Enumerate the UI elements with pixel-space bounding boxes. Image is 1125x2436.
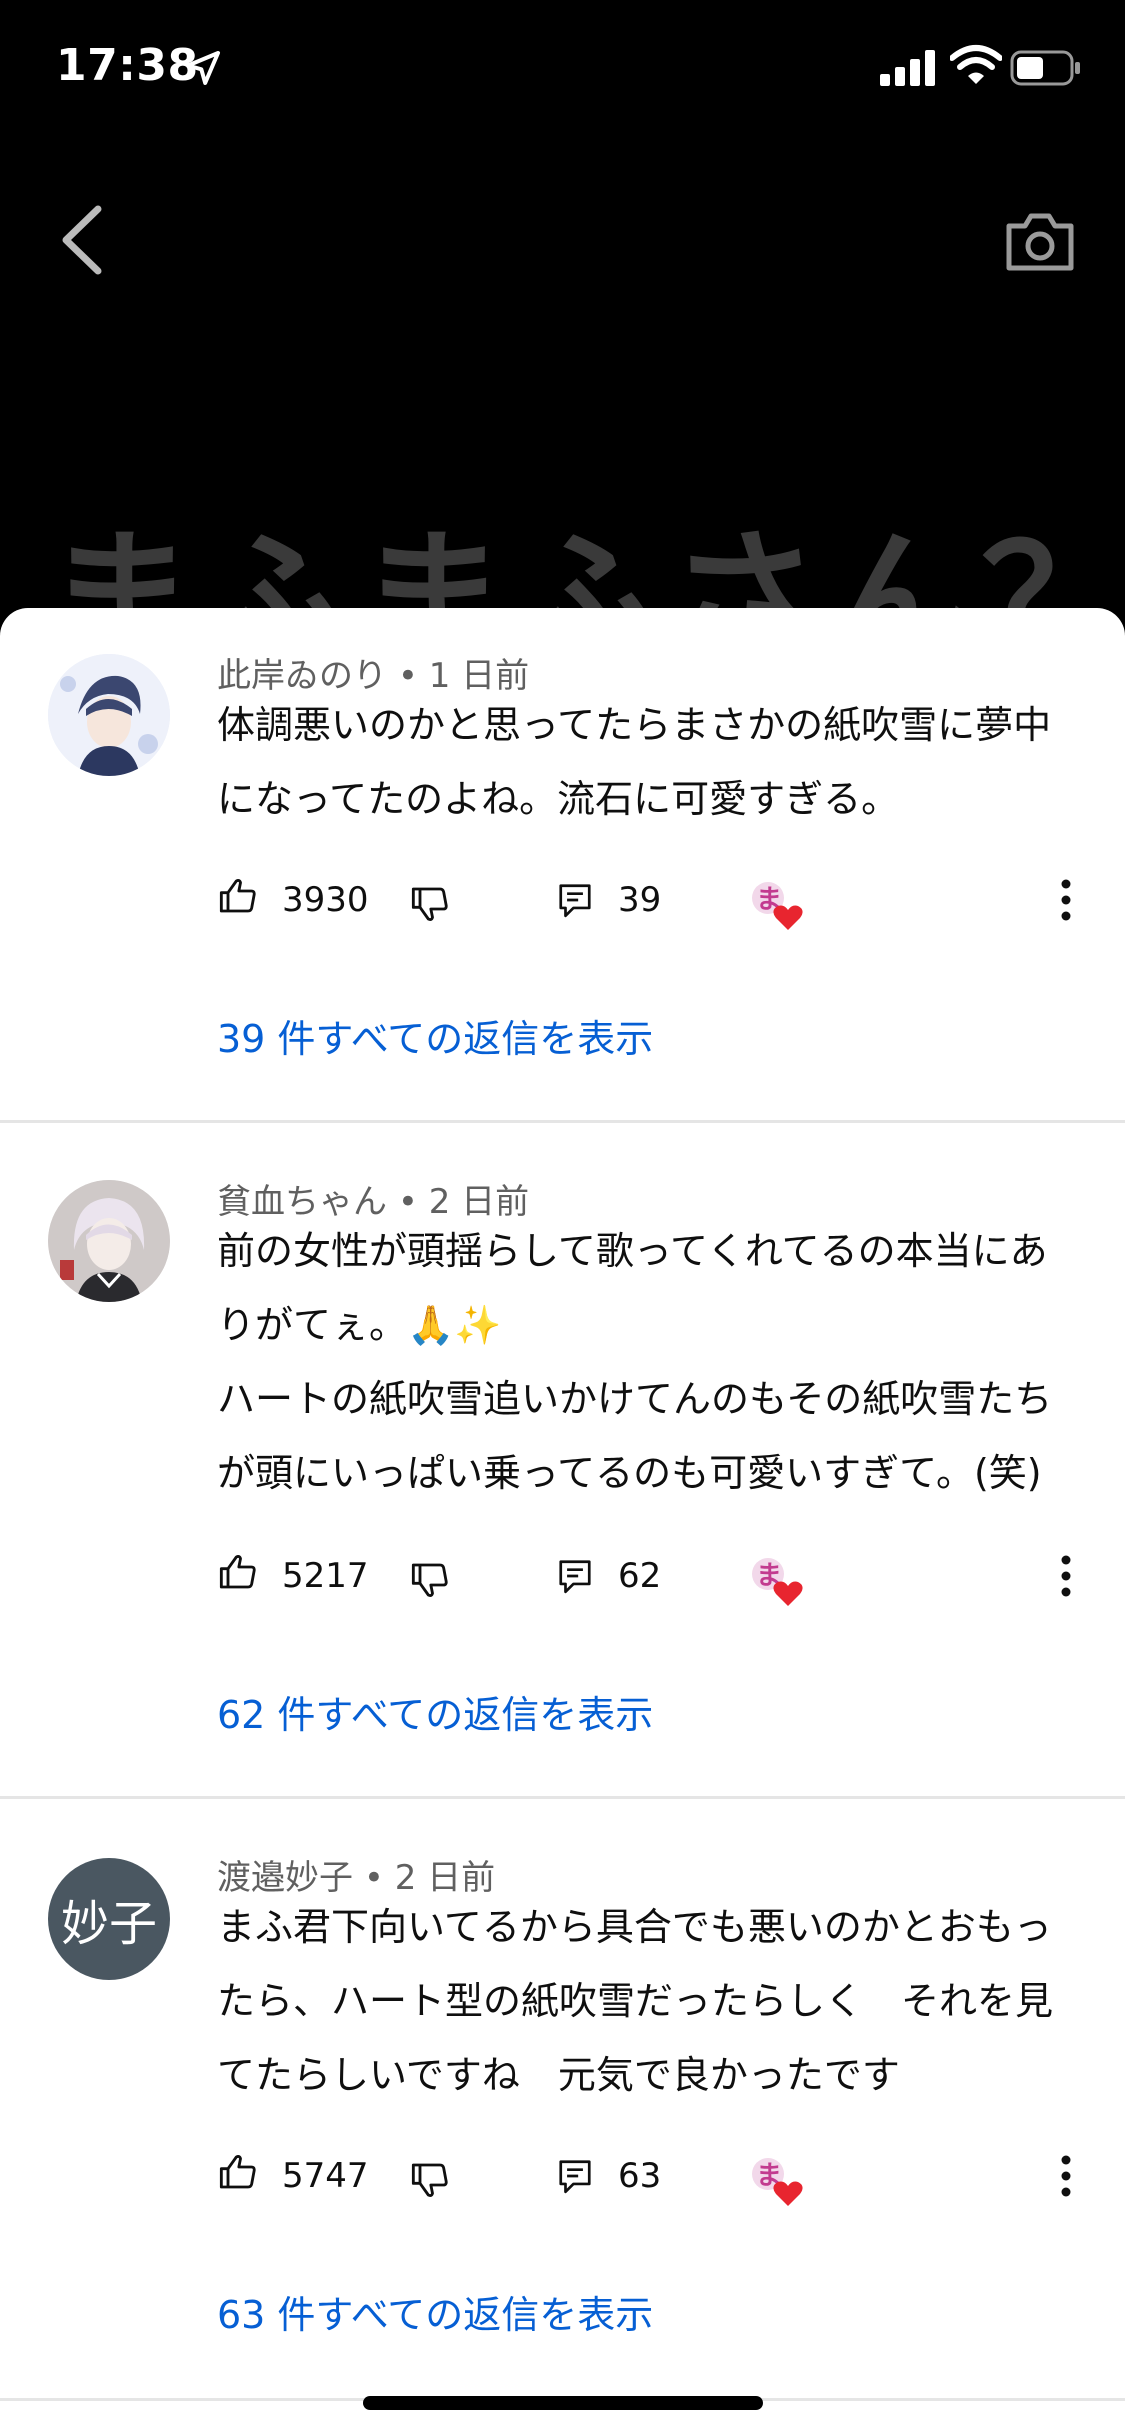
reply-count: 39	[618, 880, 662, 920]
comment-actions: 3930 39 ま	[0, 870, 1125, 930]
comment-text: 前の女性が頭揺らして歌ってくれてるの本当にあ りがてぇ。🙏✨ ハートの紙吹雪追い…	[217, 1229, 1053, 1495]
location-arrow-icon	[186, 51, 220, 85]
more-vert-icon[interactable]	[1060, 2154, 1072, 2198]
avatar[interactable]	[48, 1180, 170, 1302]
divider	[0, 1796, 1125, 1799]
comments-sheet: 此岸ゐのり • 1 日前 体調悪いのかと思ってたらまさかの紙吹雪に夢中 になって…	[0, 608, 1125, 2436]
reply-icon[interactable]	[556, 880, 594, 920]
status-bar: 17:38	[0, 0, 1125, 140]
avatar[interactable]	[48, 654, 170, 776]
comment-text: まふ君下向いてるから具合でも悪いのかとおもっ たら、ハート型の紙吹雪だったらしく…	[217, 1905, 1054, 2097]
like-icon[interactable]	[218, 1552, 258, 1592]
avatar[interactable]: 妙子	[48, 1858, 170, 1980]
dislike-icon[interactable]	[410, 1560, 450, 1600]
more-vert-icon[interactable]	[1060, 878, 1072, 922]
like-count: 3930	[282, 880, 369, 920]
camera-icon[interactable]	[1005, 210, 1075, 272]
reply-icon[interactable]	[556, 2156, 594, 2196]
creator-heart-icon: ま	[752, 882, 803, 930]
battery-icon	[1010, 50, 1080, 86]
reply-count: 63	[618, 2156, 662, 2196]
avatar-initials: 妙子	[60, 1896, 157, 1952]
like-count: 5217	[282, 1556, 369, 1596]
reply-count: 62	[618, 1556, 662, 1596]
reply-icon[interactable]	[556, 1556, 594, 1596]
view-replies-link[interactable]: 62 件すべての返信を表示	[217, 1684, 653, 1739]
comment-text: 体調悪いのかと思ってたらまさかの紙吹雪に夢中 になってたのよね。流石に可愛すぎる…	[217, 703, 1052, 821]
creator-heart-icon: ま	[752, 2158, 803, 2206]
signal-icon	[880, 50, 935, 86]
wifi-icon	[950, 45, 1002, 84]
like-icon[interactable]	[218, 876, 258, 916]
dislike-icon[interactable]	[410, 2160, 450, 2200]
back-chevron-icon[interactable]	[60, 205, 104, 275]
divider	[0, 1120, 1125, 1123]
more-vert-icon[interactable]	[1060, 1554, 1072, 1598]
view-replies-link[interactable]: 39 件すべての返信を表示	[217, 1008, 653, 1063]
status-time: 17:38	[56, 40, 199, 91]
home-indicator[interactable]	[363, 2396, 763, 2410]
view-replies-link[interactable]: 63 件すべての返信を表示	[217, 2284, 653, 2339]
like-icon[interactable]	[218, 2152, 258, 2192]
dislike-icon[interactable]	[410, 884, 450, 924]
comment-actions: 5217 62 ま	[0, 1546, 1125, 1606]
creator-heart-icon: ま	[752, 1558, 803, 1606]
like-count: 5747	[282, 2156, 369, 2196]
comment-actions: 5747 63 ま	[0, 2146, 1125, 2206]
